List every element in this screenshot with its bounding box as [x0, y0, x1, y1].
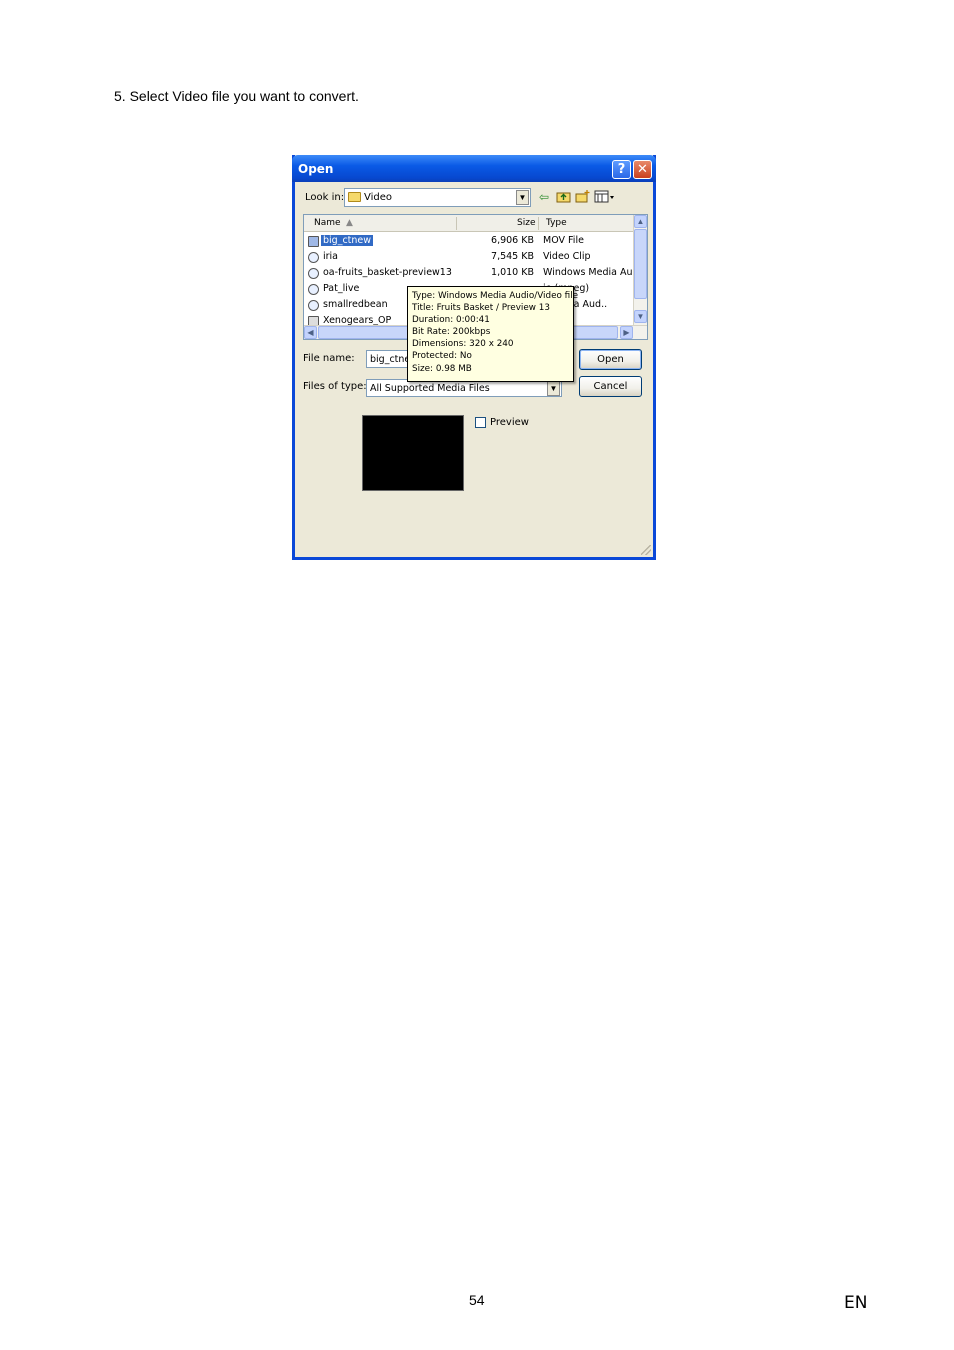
open-button[interactable]: Open	[579, 349, 642, 370]
file-size: 6,906 KB	[491, 235, 534, 246]
tooltip-size: Size: 0.98 MB	[412, 363, 472, 374]
media-file-icon	[308, 284, 319, 295]
page-number: 54	[469, 1292, 485, 1308]
column-header-type[interactable]: Type	[546, 218, 567, 228]
chevron-down-icon[interactable]: ▼	[547, 381, 560, 396]
video-file-icon	[308, 236, 319, 247]
language-code: EN	[844, 1293, 868, 1313]
media-file-icon	[308, 268, 319, 279]
file-type: MOV File	[543, 235, 584, 246]
file-type: Windows Media Aud..	[543, 267, 633, 278]
list-header: Name ▲ Size Type	[304, 215, 634, 232]
file-row[interactable]: oa-fruits_basket-preview13 1,010 KB Wind…	[304, 266, 634, 282]
files-of-type-label: Files of type:	[303, 381, 367, 392]
help-button[interactable]: ?	[612, 160, 631, 179]
file-name: big_ctnew	[321, 235, 374, 246]
scroll-right-icon[interactable]: ▶	[620, 326, 633, 339]
dialog-title: Open	[298, 162, 334, 176]
open-dialog: Open ? ✕ Look in: Video ▼ ⇦ Name ▲ Size …	[292, 155, 656, 560]
tooltip-bitrate: Bit Rate: 200kbps	[412, 327, 491, 338]
look-in-dropdown[interactable]: Video ▼	[344, 188, 531, 207]
back-icon[interactable]: ⇦	[536, 190, 552, 204]
column-divider[interactable]	[456, 217, 457, 230]
scroll-left-icon[interactable]: ◀	[304, 326, 317, 339]
file-name: smallredbean	[323, 299, 388, 310]
scroll-up-icon[interactable]: ▲	[634, 215, 647, 228]
media-file-icon	[308, 252, 319, 263]
new-folder-icon[interactable]	[574, 190, 590, 204]
file-name: oa-fruits_basket-preview13	[323, 267, 452, 278]
file-name-label: File name:	[303, 353, 355, 364]
preview-checkbox[interactable]	[475, 417, 486, 428]
close-button[interactable]: ✕	[633, 160, 652, 179]
look-in-value: Video	[364, 192, 393, 203]
video-preview-area	[362, 415, 464, 491]
tooltip-protected: Protected: No	[412, 351, 472, 362]
file-size: 7,545 KB	[491, 251, 534, 262]
resize-grip-icon[interactable]	[641, 545, 651, 555]
cancel-button[interactable]: Cancel	[579, 376, 642, 397]
up-folder-icon[interactable]	[555, 190, 571, 204]
column-divider[interactable]	[538, 217, 539, 230]
dialog-titlebar[interactable]: Open ? ✕	[292, 155, 656, 182]
file-name: iria	[323, 251, 339, 262]
file-name: Pat_live	[323, 283, 360, 294]
sort-ascending-icon: ▲	[346, 218, 353, 228]
media-file-icon	[308, 300, 319, 311]
look-in-label: Look in:	[305, 192, 345, 203]
tooltip-type: Type: Windows Media Audio/Video file	[412, 291, 579, 301]
column-header-name[interactable]: Name	[314, 218, 341, 228]
tooltip-title: Title: Fruits Basket / Preview 13	[412, 303, 550, 314]
file-type: Video Clip	[543, 251, 591, 262]
instruction-text: 5. Select Video file you want to convert…	[114, 88, 359, 104]
folder-icon	[348, 192, 361, 202]
file-info-tooltip: Type: Windows Media Audio/Video file Tit…	[407, 286, 579, 382]
file-row[interactable]: iria 7,545 KB Video Clip	[304, 250, 634, 266]
scroll-down-icon[interactable]: ▼	[634, 310, 647, 323]
chevron-down-icon[interactable]: ▼	[516, 190, 529, 205]
preview-label: Preview	[490, 417, 529, 428]
column-header-size[interactable]: Size	[517, 218, 535, 228]
view-menu-icon[interactable]	[594, 190, 616, 204]
files-of-type-value: All Supported Media Files	[370, 383, 490, 394]
scroll-thumb[interactable]	[634, 229, 647, 299]
vertical-scrollbar[interactable]: ▲ ▼	[633, 215, 647, 325]
tooltip-duration: Duration: 0:00:41	[412, 315, 490, 326]
file-row[interactable]: big_ctnew 6,906 KB MOV File	[304, 234, 634, 250]
file-size: 1,010 KB	[491, 267, 534, 278]
tooltip-dimensions: Dimensions: 320 x 240	[412, 339, 514, 350]
